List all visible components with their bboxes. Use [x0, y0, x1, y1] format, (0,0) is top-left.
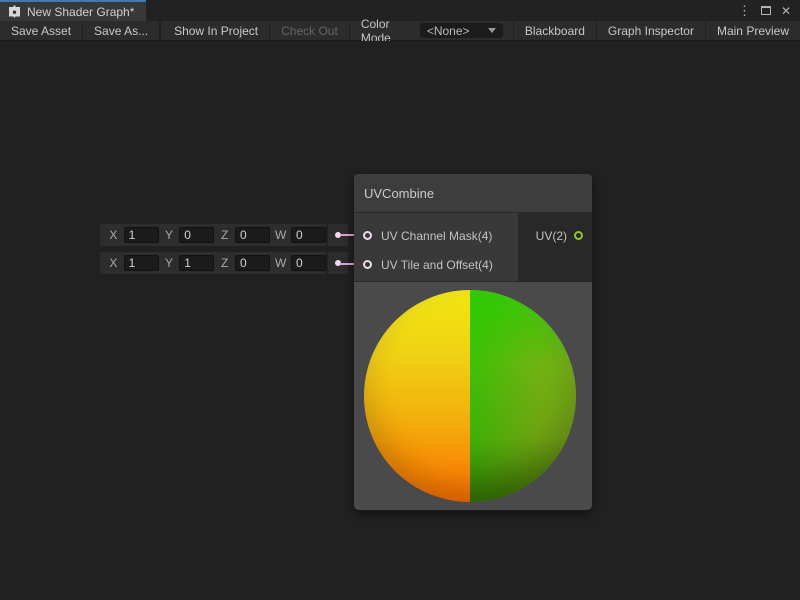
output-port-label: UV(2) — [536, 229, 567, 243]
sphere-right-half — [470, 290, 576, 502]
show-in-project-button[interactable]: Show In Project — [163, 21, 270, 40]
input-ports-panel: UV Channel Mask(4) UV Tile and Offset(4) — [354, 213, 518, 281]
graph-canvas[interactable]: X 1 Y 0 Z 0 W 0 X 1 Y 1 Z 0 W 0 — [0, 41, 800, 600]
y-label: Y — [164, 256, 175, 270]
save-asset-button[interactable]: Save Asset — [0, 21, 83, 40]
blackboard-toggle-button[interactable]: Blackboard — [513, 21, 596, 40]
output-ports-panel: UV(2) — [518, 213, 592, 281]
output-port-uv: UV(2) — [518, 221, 592, 250]
sphere-left-half — [364, 290, 470, 502]
tab-new-shader-graph[interactable]: New Shader Graph* — [0, 0, 146, 21]
color-mode-value: <None> — [427, 24, 488, 38]
w-label: W — [275, 228, 286, 242]
x-field[interactable]: 1 — [124, 255, 159, 271]
x-field[interactable]: 1 — [124, 227, 159, 243]
node-body: UV Channel Mask(4) UV Tile and Offset(4)… — [354, 213, 592, 281]
w-label: W — [275, 256, 286, 270]
main-preview-toggle-button[interactable]: Main Preview — [705, 21, 800, 40]
y-field[interactable]: 1 — [179, 255, 214, 271]
window-controls: ⋮ ✕ — [738, 0, 800, 21]
input-port-uv-tile-offset: UV Tile and Offset(4) — [354, 250, 518, 279]
vector4-input-row-1: X 1 Y 0 Z 0 W 0 — [100, 224, 326, 246]
x-label: X — [108, 256, 119, 270]
toolbar-right-group: Blackboard Graph Inspector Main Preview — [513, 21, 800, 40]
maximize-icon[interactable] — [761, 6, 771, 15]
node-title[interactable]: UVCombine — [354, 174, 592, 213]
node-preview — [354, 281, 592, 510]
input-port-label: UV Channel Mask(4) — [381, 229, 492, 243]
shader-graph-window: New Shader Graph* ⋮ ✕ Save Asset Save As… — [0, 0, 800, 600]
y-field[interactable]: 0 — [179, 227, 214, 243]
tab-title: New Shader Graph* — [27, 5, 134, 19]
y-label: Y — [164, 228, 175, 242]
z-label: Z — [219, 228, 230, 242]
z-label: Z — [219, 256, 230, 270]
input-port-uv-channel-mask: UV Channel Mask(4) — [354, 221, 518, 250]
input-port-icon[interactable] — [363, 260, 372, 269]
close-icon[interactable]: ✕ — [781, 5, 791, 17]
z-field[interactable]: 0 — [235, 255, 270, 271]
x-label: X — [108, 228, 119, 242]
vector4-input-row-2: X 1 Y 1 Z 0 W 0 — [100, 252, 326, 274]
save-as-button[interactable]: Save As... — [83, 21, 161, 40]
check-out-button: Check Out — [270, 21, 350, 40]
color-mode-dropdown[interactable]: <None> — [420, 23, 503, 38]
color-mode-label: Color Mode — [350, 21, 420, 40]
graph-inspector-toggle-button[interactable]: Graph Inspector — [596, 21, 705, 40]
chevron-down-icon — [488, 28, 496, 33]
input-port-label: UV Tile and Offset(4) — [381, 258, 493, 272]
output-port-icon[interactable] — [574, 231, 583, 240]
shader-graph-asset-icon — [8, 5, 21, 18]
w-field[interactable]: 0 — [291, 255, 326, 271]
window-menu-icon[interactable]: ⋮ — [738, 4, 751, 17]
input-port-icon[interactable] — [363, 231, 372, 240]
uvcombine-node[interactable]: UVCombine UV Channel Mask(4) UV Tile and… — [354, 174, 592, 510]
uv-preview-sphere — [364, 290, 576, 502]
graph-toolbar: Save Asset Save As... Show In Project Ch… — [0, 21, 800, 41]
w-field[interactable]: 0 — [291, 227, 326, 243]
z-field[interactable]: 0 — [235, 227, 270, 243]
